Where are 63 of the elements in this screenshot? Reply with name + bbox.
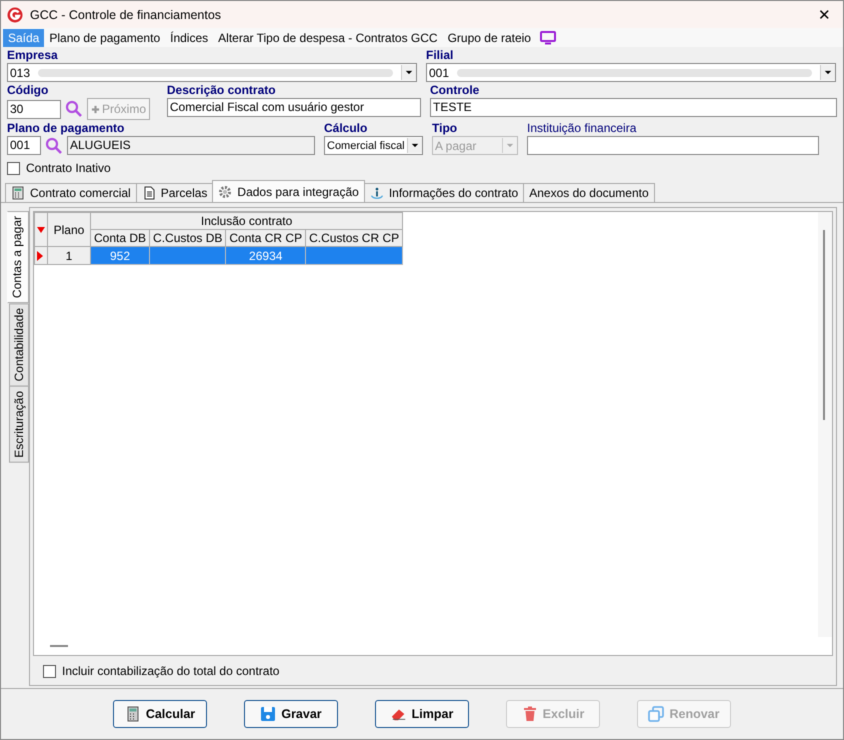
gear-icon xyxy=(218,184,232,198)
field-label: Descrição contrato xyxy=(166,83,277,98)
checkbox-label: Incluir contabilização do total do contrato xyxy=(62,664,280,678)
field-label: Plano de pagamento xyxy=(7,121,126,136)
window-title: GCC - Controle de financiamentos xyxy=(30,8,222,22)
field-label: Empresa xyxy=(7,48,59,63)
action-button[interactable]: Limpar xyxy=(375,700,469,728)
trash-icon xyxy=(522,706,538,722)
plan-name-field: ALUGUEIS xyxy=(67,136,315,155)
action-button[interactable]: Calcular xyxy=(113,700,207,728)
info-icon xyxy=(370,186,384,200)
table-cell[interactable]: 26934 xyxy=(226,246,306,264)
column-group-header: Inclusão contrato xyxy=(90,212,403,230)
tab[interactable]: Parcelas xyxy=(136,183,214,202)
close-button[interactable]: ✕ xyxy=(812,6,837,24)
calculator-icon xyxy=(11,186,25,200)
tab[interactable]: Anexos do documento xyxy=(523,183,655,202)
menu-item[interactable]: Índices xyxy=(165,28,214,46)
plus-icon xyxy=(91,104,100,114)
sort-arrow-icon[interactable] xyxy=(37,226,45,232)
field-label: Código xyxy=(7,83,50,98)
monitor-icon[interactable] xyxy=(540,30,556,44)
checkbox[interactable] xyxy=(43,664,56,678)
tab[interactable]: Contrato comercial xyxy=(5,183,137,202)
column-header: Plano xyxy=(48,212,90,246)
tab[interactable]: Informações do contrato xyxy=(364,183,524,202)
side-tab[interactable]: Contabilidade xyxy=(9,303,29,386)
column-header: Conta CR CP xyxy=(226,230,306,246)
column-header: C.Custos CR CP xyxy=(306,230,403,246)
menu-item[interactable]: Alterar Tipo de despesa - Contratos GCC xyxy=(213,28,443,46)
menu-item[interactable]: Grupo de rateio xyxy=(442,28,536,46)
control-field[interactable]: TESTE xyxy=(430,98,838,117)
institution-field[interactable] xyxy=(527,136,819,155)
document-icon xyxy=(142,186,156,200)
description-field[interactable]: Comercial Fiscal com usuário gestor xyxy=(166,98,422,117)
table-cell: 1 xyxy=(48,246,90,264)
table-cell[interactable] xyxy=(306,246,403,264)
column-header: C.Custos DB xyxy=(150,230,226,246)
action-button[interactable]: Gravar xyxy=(244,700,338,728)
checkbox-label: Contrato Inativo xyxy=(26,161,111,175)
side-tab[interactable]: Escrituração xyxy=(9,386,29,464)
calculator-icon xyxy=(124,706,141,722)
field-label: Cálculo xyxy=(324,121,368,136)
table-cell[interactable]: 952 xyxy=(90,246,150,264)
copy-icon xyxy=(648,706,664,722)
search-icon[interactable] xyxy=(65,100,83,118)
field-label: Filial xyxy=(426,48,454,63)
company-dropdown[interactable]: 013 xyxy=(7,63,417,82)
column-header: Conta DB xyxy=(90,230,150,246)
field-label: Instituição financeira xyxy=(527,121,638,136)
search-icon[interactable] xyxy=(45,136,63,154)
app-logo-icon xyxy=(7,6,23,22)
field-label: Controle xyxy=(430,83,480,98)
field-label: Tipo xyxy=(432,121,458,136)
plan-code-field[interactable]: 001 xyxy=(7,136,41,155)
menu-item[interactable]: Plano de pagamento xyxy=(44,28,166,46)
checkbox[interactable] xyxy=(7,162,20,174)
calculation-dropdown[interactable]: Comercial fiscal xyxy=(324,136,423,155)
branch-dropdown[interactable]: 001 xyxy=(426,63,836,82)
code-field[interactable]: 30 xyxy=(7,100,61,118)
table-cell[interactable] xyxy=(150,246,226,264)
side-tab[interactable]: Contas a pagar xyxy=(7,211,29,304)
tab[interactable]: Dados para integração xyxy=(212,180,365,202)
